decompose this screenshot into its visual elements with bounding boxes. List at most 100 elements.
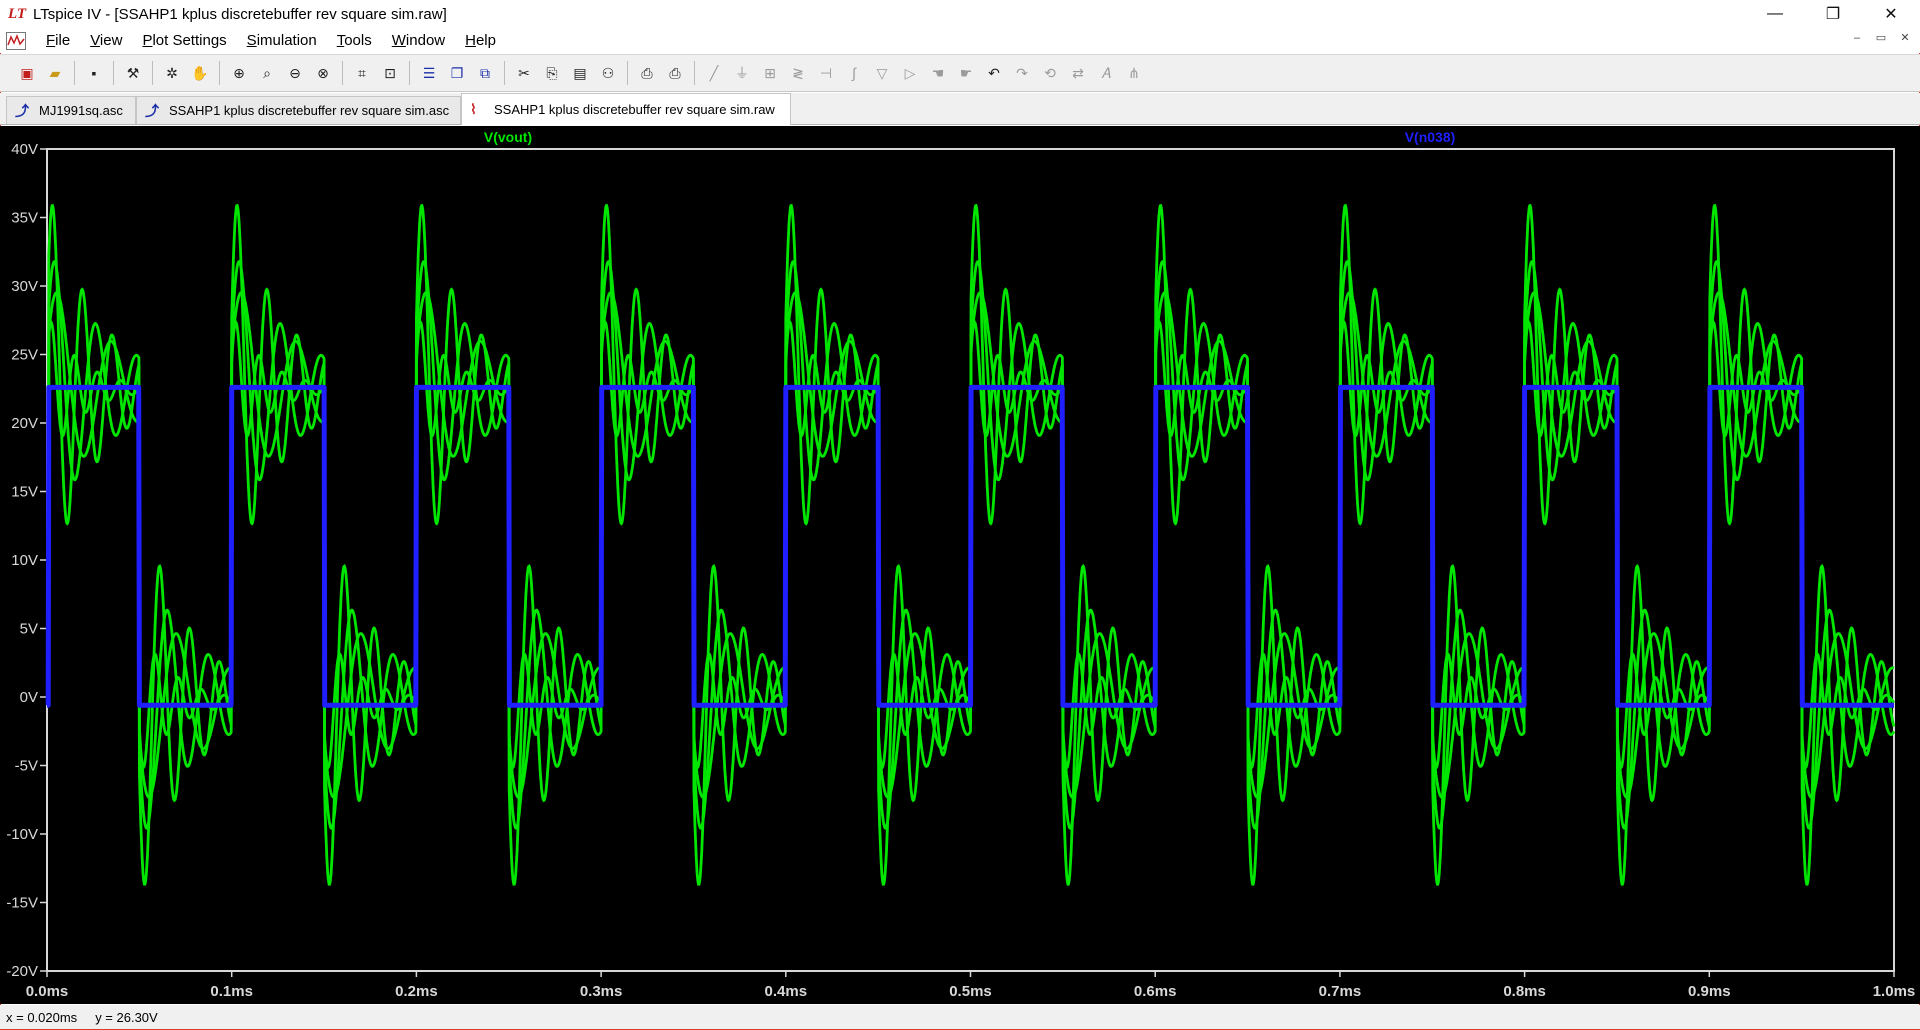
toolbar-separator xyxy=(504,61,505,85)
menu-plot-settings[interactable]: Plot Settings xyxy=(132,32,236,49)
y-tick-label: 25V xyxy=(11,347,38,364)
rotate-icon[interactable]: ⟲ xyxy=(1039,62,1061,84)
y-tick-label: 0V xyxy=(20,689,38,706)
y-tick-label: 15V xyxy=(11,484,38,501)
cursor-y-readout: y = 26.30V xyxy=(95,1009,158,1025)
x-tick-label: 0.1ms xyxy=(210,983,253,1000)
menu-window[interactable]: Window xyxy=(382,32,455,49)
y-tick-label: 20V xyxy=(11,415,38,432)
menu-tools[interactable]: Tools xyxy=(327,32,382,49)
print-icon[interactable]: ⎙ xyxy=(664,62,686,84)
menu-bar: File View Plot Settings Simulation Tools… xyxy=(0,28,1920,53)
plot-fit-icon[interactable]: ⊡ xyxy=(379,62,401,84)
toolbar-separator xyxy=(409,61,410,85)
zoom-out-icon[interactable]: ⊖ xyxy=(284,62,306,84)
move-hand-icon[interactable]: ☚ xyxy=(927,62,949,84)
halt-hand-icon[interactable]: ✋ xyxy=(189,62,211,84)
waveform-icon: ⌇ xyxy=(470,101,477,117)
toolbar-separator xyxy=(152,61,153,85)
menu-file[interactable]: File xyxy=(36,32,80,49)
waveform-doc-icon[interactable] xyxy=(6,31,26,50)
mdi-restore-button[interactable]: ▭ xyxy=(1874,31,1888,45)
run-icon[interactable]: ✲ xyxy=(161,62,183,84)
toolbar-separator xyxy=(74,61,75,85)
resistor-icon[interactable]: ≷ xyxy=(787,62,809,84)
drag-hand-icon[interactable]: ☛ xyxy=(955,62,977,84)
tab-ssahp1-asc[interactable]: ⤴ SSAHP1 kplus discretebuffer rev square… xyxy=(136,96,461,124)
autorange-icon[interactable]: ⌗ xyxy=(351,62,373,84)
toolbar-separator xyxy=(694,61,695,85)
undo-icon[interactable]: ↶ xyxy=(983,62,1005,84)
copy-icon[interactable]: ⎘ xyxy=(541,62,563,84)
y-tick-label: -10V xyxy=(6,826,38,843)
diode-icon[interactable]: ▽ xyxy=(871,62,893,84)
y-tick-label: 10V xyxy=(11,552,38,569)
component-icon[interactable]: ▷ xyxy=(899,62,921,84)
text-icon[interactable]: 𝐴 xyxy=(1095,62,1117,84)
tab-label: SSAHP1 kplus discretebuffer rev square s… xyxy=(169,103,450,118)
menu-help[interactable]: Help xyxy=(455,32,506,49)
print-preview-icon[interactable]: ⎙ xyxy=(636,62,658,84)
control-panel-hammer-icon[interactable]: ⚒ xyxy=(122,62,144,84)
document-tabs: ⤴ MJ1991sq.asc ⤴ SSAHP1 kplus discretebu… xyxy=(0,93,1920,125)
menu-view[interactable]: View xyxy=(80,32,132,49)
tile-vertical-icon[interactable]: ⧉ xyxy=(474,62,496,84)
zoom-fit-icon[interactable]: ⊗ xyxy=(312,62,334,84)
title-bar: LT LTspice IV - [SSAHP1 kplus discretebu… xyxy=(0,0,1920,28)
tab-ssahp1-raw[interactable]: ⌇ SSAHP1 kplus discretebuffer rev square… xyxy=(461,93,791,125)
x-tick-label: 0.8ms xyxy=(1503,983,1546,1000)
close-button[interactable]: ✕ xyxy=(1862,0,1920,28)
waveform-plot[interactable]: V(vout) V(n038) 40V 35V 30V 25V 20V 15V 10V 5V 0… xyxy=(0,126,1920,1004)
plot-svg[interactable]: V(vout) V(n038) 40V 35V 30V 25V 20V 15V 10V 5V 0… xyxy=(0,126,1920,1004)
y-tick-label: 5V xyxy=(20,621,38,638)
x-tick-label: 0.4ms xyxy=(765,983,808,1000)
x-tick-label: 0.3ms xyxy=(580,983,623,1000)
x-tick-label: 0.6ms xyxy=(1134,983,1177,1000)
save-icon[interactable]: ▪ xyxy=(83,62,105,84)
ltspice-logo-icon: LT xyxy=(8,6,27,22)
open-folder-icon[interactable]: ▰ xyxy=(44,62,66,84)
draw-wire-icon[interactable]: ╱ xyxy=(703,62,725,84)
zoom-in-icon[interactable]: ⊕ xyxy=(228,62,250,84)
capacitor-icon[interactable]: ⊣ xyxy=(815,62,837,84)
y-tick-label: 35V xyxy=(11,210,38,227)
toolbar-separator xyxy=(113,61,114,85)
tab-mj1991sq-asc[interactable]: ⤴ MJ1991sq.asc xyxy=(6,96,136,124)
n038-trace xyxy=(45,384,1896,708)
inductor-icon[interactable]: ∫ xyxy=(843,62,865,84)
tile-horizontal-icon[interactable]: ☰ xyxy=(418,62,440,84)
cascade-windows-icon[interactable]: ❐ xyxy=(446,62,468,84)
y-tick-label: 40V xyxy=(11,141,38,158)
x-tick-label: 0.5ms xyxy=(949,983,992,1000)
legend-n038[interactable]: V(n038) xyxy=(1405,129,1456,145)
window-title: LTspice IV - [SSAHP1 kplus discretebuffe… xyxy=(33,5,447,23)
restore-button[interactable]: ❐ xyxy=(1804,0,1862,28)
x-tick-label: 0.0ms xyxy=(26,983,69,1000)
ground-icon[interactable]: ⏚ xyxy=(731,62,753,84)
find-binoculars-icon[interactable]: ⚇ xyxy=(597,62,619,84)
y-tick-label: 30V xyxy=(11,278,38,295)
mdi-close-button[interactable]: ✕ xyxy=(1898,31,1912,45)
legend-vout[interactable]: V(vout) xyxy=(484,129,532,145)
y-tick-label: -5V xyxy=(15,758,38,775)
tab-label: SSAHP1 kplus discretebuffer rev square s… xyxy=(494,102,775,117)
mdi-minimize-button[interactable]: – xyxy=(1850,31,1864,45)
cut-icon[interactable]: ✂ xyxy=(513,62,535,84)
toolbar-separator xyxy=(627,61,628,85)
label-net-icon[interactable]: ⊞ xyxy=(759,62,781,84)
status-bar: x = 0.020ms y = 26.30V xyxy=(0,1005,1920,1029)
redo-icon[interactable]: ↷ xyxy=(1011,62,1033,84)
toolbar: ▣ ▰ ▪ ⚒ ✲ ✋ ⊕ ⌕ ⊖ ⊗ ⌗ ⊡ ☰ ❐ ⧉ ✂ ⎘ ▤ ⚇ ⎙ … xyxy=(0,54,1920,92)
paste-icon[interactable]: ▤ xyxy=(569,62,591,84)
x-tick-label: 0.2ms xyxy=(395,983,438,1000)
toolbar-separator xyxy=(219,61,220,85)
x-tick-label: 1.0ms xyxy=(1873,983,1916,1000)
minimize-button[interactable]: — xyxy=(1746,0,1804,28)
zoom-area-icon[interactable]: ⌕ xyxy=(256,62,278,84)
schematic-icon: ⤴ xyxy=(145,102,159,119)
x-tick-label: 0.7ms xyxy=(1319,983,1362,1000)
spice-directive-icon[interactable]: ⋔ xyxy=(1123,62,1145,84)
menu-simulation[interactable]: Simulation xyxy=(237,32,327,49)
new-schematic-icon[interactable]: ▣ xyxy=(16,62,38,84)
mirror-icon[interactable]: ⇄ xyxy=(1067,62,1089,84)
